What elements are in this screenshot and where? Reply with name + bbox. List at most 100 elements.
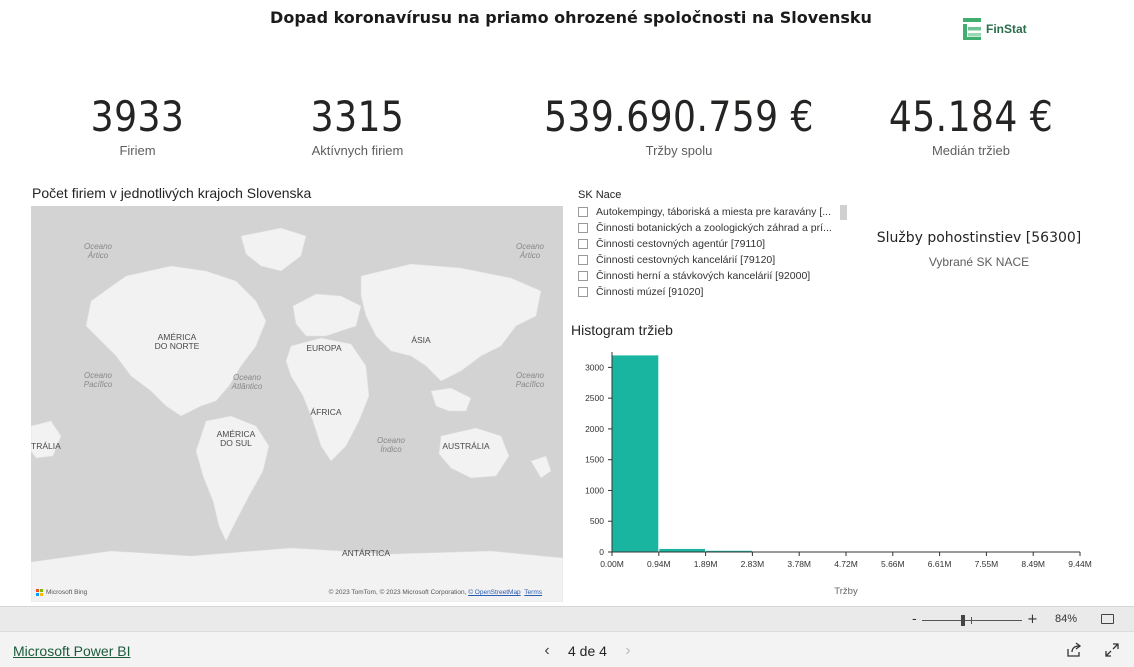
slicer-title: SK Nace — [578, 189, 622, 201]
kpi-label: Aktívnych firiem — [311, 143, 404, 158]
selected-nace-label: Vybrané SK NACE — [928, 255, 1030, 269]
kpi-card-revenue-total: 539.690.759 € Tržby spolu — [520, 92, 838, 158]
zoom-slider-track[interactable] — [922, 620, 1022, 621]
checkbox[interactable] — [578, 223, 588, 233]
kpi-card-active-firms: 3315 Aktívnych firiem — [280, 92, 435, 158]
y-tick-label: 0 — [599, 547, 604, 557]
zoom-slider-tick — [971, 617, 972, 624]
bing-attribution-text: Microsoft Bing — [46, 589, 88, 596]
openstreetmap-link[interactable]: © OpenStreetMap — [468, 589, 520, 596]
zoom-out-button[interactable]: - — [912, 612, 917, 627]
world-map[interactable]: Oceano Ártico Oceano Ártico AMÉRICA DO NORT… — [31, 206, 563, 602]
y-tick-label: 500 — [590, 516, 604, 526]
kpi-value: 539.690.759 € — [544, 92, 814, 141]
zoom-slider-thumb[interactable] — [961, 615, 965, 626]
kpi-label: Tržby spolu — [645, 143, 713, 158]
map-label-ocean-pacific-left: Oceano Pacífico — [83, 371, 113, 389]
selected-nace-value: Služby pohostinstiev [56300] — [876, 230, 1082, 246]
map-label-asia: ÁSIA — [411, 335, 431, 345]
power-bi-link[interactable]: Microsoft Power BI — [13, 643, 130, 659]
histogram-bar[interactable] — [612, 355, 659, 552]
slicer-item-label: Činnosti múzeí [91020] — [596, 286, 704, 298]
previous-page-button[interactable]: ‹ — [540, 642, 554, 660]
finstat-logo: FinStat — [962, 15, 1042, 43]
checkbox[interactable] — [578, 271, 588, 281]
fit-to-page-icon[interactable] — [1101, 614, 1114, 624]
fullscreen-icon[interactable] — [1105, 643, 1119, 657]
status-bar: - + 84% — [0, 606, 1134, 631]
map-label-ocean-arctic-left: Oceano Ártico — [83, 242, 113, 260]
slicer-item[interactable]: Činnosti cestovných agentúr [79110] — [578, 236, 848, 252]
report-canvas: Dopad koronavírusu na priamo ohrozené sp… — [0, 0, 1134, 667]
kpi-value: 45.184 € — [888, 92, 1054, 141]
slicer-item-label: Činnosti herní a stávkových kancelárií [… — [596, 270, 811, 282]
share-icon[interactable] — [1066, 642, 1082, 658]
finstat-logo-text: FinStat — [986, 22, 1027, 36]
map-label-australia-left: TRÁLIA — [31, 441, 61, 451]
map-label-ocean-pacific-right: Oceano Pacífico — [515, 371, 545, 389]
map-label-europe: EUROPA — [306, 343, 342, 353]
x-tick-label: 8.49M — [1021, 559, 1045, 569]
zoom-percent: 84% — [1055, 613, 1078, 625]
map-landmass — [31, 227, 563, 602]
kpi-label: Firiem — [119, 143, 156, 158]
slicer-item[interactable]: Činnosti cestovných kancelárií [79120] — [578, 252, 848, 268]
slicer-item-label: Činnosti cestovných kancelárií [79120] — [596, 254, 776, 266]
terms-link[interactable]: Terms — [524, 589, 542, 596]
x-tick-label: 6.61M — [928, 559, 952, 569]
x-tick-label: 0.00M — [600, 559, 624, 569]
histogram-chart: 0 500 1000 1500 2000 2500 3000 0.00M 0.94M 1.89M 2… — [585, 352, 1092, 597]
map-title: Počet firiem v jednotlivých krajoch Slov… — [32, 185, 312, 201]
x-tick-label: 2.83M — [741, 559, 765, 569]
page-navigator: ‹ 4 de 4 › — [540, 642, 635, 660]
slicer-item[interactable]: Činnosti botanických a zoologických záhr… — [578, 220, 848, 236]
checkbox[interactable] — [578, 255, 588, 265]
y-tick-label: 2500 — [585, 393, 604, 403]
x-tick-label: 9.44M — [1068, 559, 1092, 569]
map-label-ocean-atlantic: Oceano Atlântico — [231, 373, 263, 391]
map-label-australia: AUSTRÁLIA — [442, 441, 490, 451]
x-tick-label: 4.72M — [834, 559, 858, 569]
map-label-africa: ÁFRICA — [310, 407, 342, 417]
slicer-item-label: Činnosti botanických a zoologických záhr… — [596, 222, 832, 234]
y-tick-label: 3000 — [585, 362, 604, 372]
x-tick-label: 5.66M — [881, 559, 905, 569]
next-page-button[interactable]: › — [621, 642, 635, 660]
y-tick-label: 1000 — [585, 485, 604, 495]
kpi-card-firms: 3933 Firiem — [70, 92, 205, 158]
sk-nace-slicer: Autokempingy, táboriská a miesta pre kar… — [578, 204, 848, 300]
kpi-value: 3933 — [90, 92, 185, 141]
histogram-title: Histogram tržieb — [571, 322, 673, 338]
map-label-north-america: AMÉRICA DO NORTE — [154, 332, 200, 351]
map-copyright: © 2023 TomTom, © 2023 Microsoft Corporat… — [329, 589, 542, 596]
map-copyright-text: © 2023 TomTom, © 2023 Microsoft Corporat… — [328, 589, 469, 596]
slicer-item-label: Činnosti cestovných agentúr [79110] — [596, 238, 766, 250]
map-label-south-america: AMÉRICA DO SUL — [216, 429, 256, 448]
x-axis-label: Tržby — [834, 586, 858, 597]
bing-attribution: Microsoft Bing — [36, 589, 87, 596]
kpi-label: Medián tržieb — [931, 143, 1011, 158]
page-indicator: 4 de 4 — [568, 643, 607, 659]
footer-bar: Microsoft Power BI ‹ 4 de 4 › — [0, 631, 1134, 667]
map-label-ocean-indian: Oceano Índico — [376, 436, 406, 454]
zoom-in-button[interactable]: + — [1027, 612, 1038, 627]
slicer-scrollbar[interactable] — [840, 205, 847, 220]
x-tick-label: 7.55M — [975, 559, 999, 569]
checkbox[interactable] — [578, 239, 588, 249]
map-label-ocean-arctic-right: Oceano Ártico — [515, 242, 545, 260]
checkbox[interactable] — [578, 207, 588, 217]
selected-nace-card: Služby pohostinstiev [56300] Vybrané SK … — [865, 230, 1093, 269]
kpi-card-median-revenue: 45.184 € Medián tržieb — [860, 92, 1082, 158]
slicer-item[interactable]: Činnosti herní a stávkových kancelárií [… — [578, 268, 848, 284]
map-label-antarctica: ANTÁRTICA — [341, 548, 391, 558]
x-tick-label: 3.78M — [787, 559, 811, 569]
x-tick-label: 0.94M — [647, 559, 671, 569]
y-tick-label: 2000 — [585, 424, 604, 434]
slicer-item-label: Autokempingy, táboriská a miesta pre kar… — [596, 206, 831, 218]
slicer-item[interactable]: Činnosti múzeí [91020] — [578, 284, 848, 300]
checkbox[interactable] — [578, 287, 588, 297]
y-tick-label: 1500 — [585, 455, 604, 465]
finstat-logo-icon — [963, 18, 981, 40]
kpi-value: 3315 — [310, 92, 405, 141]
slicer-item[interactable]: Autokempingy, táboriská a miesta pre kar… — [578, 204, 848, 220]
